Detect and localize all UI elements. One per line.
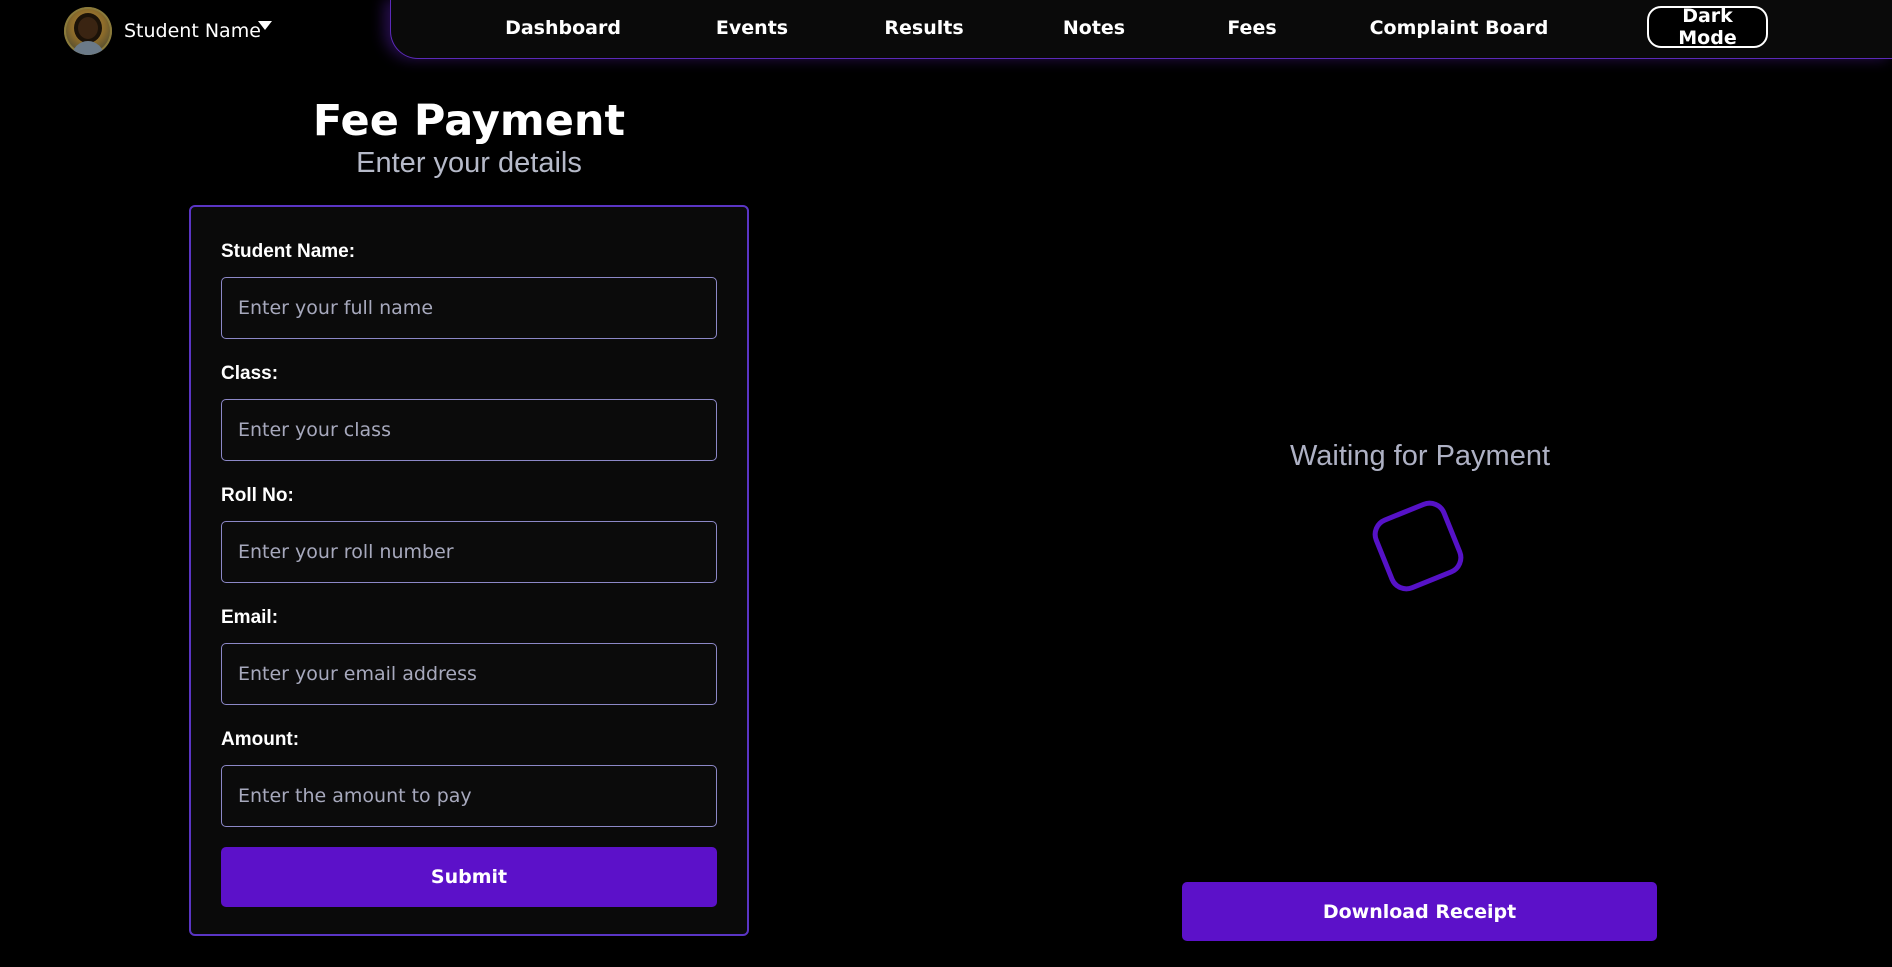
fee-payment-form: Student Name: Class: Roll No: Email: Amo… (189, 205, 749, 936)
amount-input[interactable] (221, 765, 717, 827)
download-receipt-button[interactable]: Download Receipt (1182, 882, 1657, 941)
page-title: Fee Payment (312, 96, 626, 146)
payment-status-text: Waiting for Payment (1289, 440, 1551, 472)
avatar-shoulders (72, 41, 104, 55)
nav-notes[interactable]: Notes (1063, 0, 1125, 56)
page-subtitle: Enter your details (356, 147, 582, 179)
email-input[interactable] (221, 643, 717, 705)
dark-mode-toggle[interactable]: Dark Mode (1647, 5, 1768, 49)
nav-events[interactable]: Events (716, 0, 788, 56)
profile-menu[interactable]: Student Name (64, 5, 354, 57)
class-label: Class: (221, 363, 279, 384)
avatar (64, 7, 112, 55)
loading-spinner-icon (1367, 495, 1469, 597)
nav-complaint-board[interactable]: Complaint Board (1370, 0, 1549, 56)
roll-no-input[interactable] (221, 521, 717, 583)
profile-name: Student Name (124, 20, 261, 42)
class-input[interactable] (221, 399, 717, 461)
avatar-face (78, 17, 98, 39)
amount-label: Amount: (221, 729, 300, 750)
nav-results[interactable]: Results (884, 0, 963, 56)
email-label: Email: (221, 607, 279, 628)
student-name-input[interactable] (221, 277, 717, 339)
nav-fees[interactable]: Fees (1227, 0, 1276, 56)
caret-down-icon[interactable] (258, 21, 272, 30)
submit-button[interactable]: Submit (221, 847, 717, 907)
nav-dashboard[interactable]: Dashboard (505, 0, 621, 56)
student-name-label: Student Name: (221, 241, 356, 262)
top-navbar: Dashboard Events Results Notes Fees Comp… (390, 0, 1892, 59)
roll-no-label: Roll No: (221, 485, 294, 506)
